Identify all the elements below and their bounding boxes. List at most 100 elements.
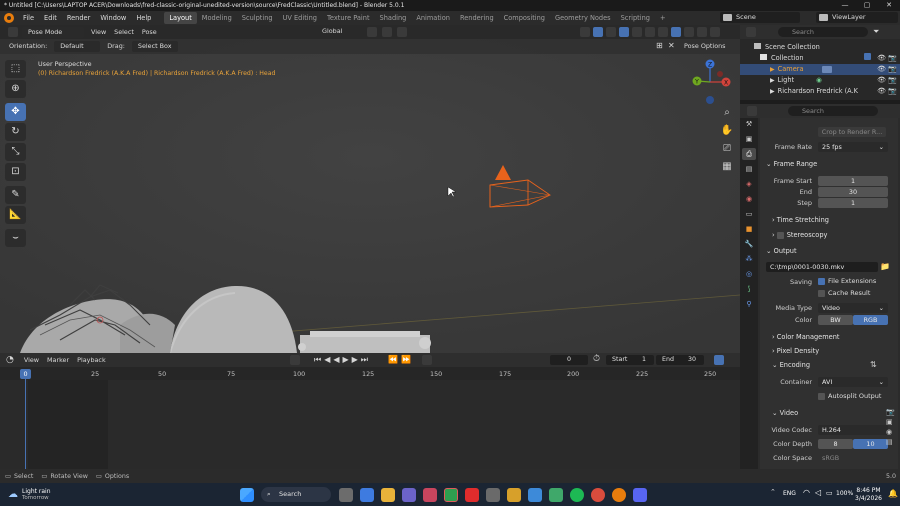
video-codec-dropdown[interactable]: H.264 [818, 425, 888, 435]
timeline-menu-view[interactable]: View [20, 355, 43, 366]
mode-dropdown[interactable]: Pose Mode [22, 26, 84, 38]
teams-icon[interactable] [401, 487, 416, 502]
tab-uv-editing[interactable]: UV Editing [278, 12, 322, 24]
menu-pose[interactable]: Pose [138, 27, 161, 38]
outliner-row-character[interactable]: ▶ Richardson Fredrick (A.K 👁 📷 [740, 86, 900, 97]
visibility-icon[interactable] [579, 27, 590, 37]
outliner-row-light[interactable]: ▶ Light ◉ 👁 📷 [740, 75, 900, 86]
close-button[interactable]: ✕ [878, 0, 900, 11]
notification-bell-icon[interactable]: 🔔 [888, 489, 898, 498]
playhead-line[interactable] [25, 369, 26, 469]
gizmo-toggle-icon[interactable] [592, 27, 603, 37]
navigation-gizmo[interactable]: Z Y X [688, 56, 732, 108]
transform-tool-icon[interactable]: ⊡ [5, 163, 26, 181]
xray-icon[interactable] [644, 27, 655, 37]
properties-search-input[interactable]: Search [788, 106, 878, 116]
menu-select[interactable]: Select [110, 27, 138, 38]
encoding-presets-icon[interactable]: ⇅ [870, 360, 877, 369]
tray-chevron-icon[interactable]: ⌃ [770, 488, 776, 496]
tab-rendering[interactable]: Rendering [455, 12, 499, 24]
modifiers-tab-icon[interactable]: 🔧 [742, 238, 756, 250]
character-visibility-icon[interactable]: 👁 [877, 86, 886, 97]
frame-range-panel[interactable]: ⌄ Frame Range [766, 160, 817, 168]
folder-app-icon[interactable] [506, 487, 521, 502]
perspective-grid-icon[interactable]: ▦ [720, 160, 734, 174]
color-rgb-button[interactable]: RGB [853, 315, 888, 325]
menu-edit[interactable]: Edit [39, 14, 62, 22]
encoding-panel[interactable]: ⌄ Encoding [772, 361, 810, 369]
tab-animation[interactable]: Animation [411, 12, 455, 24]
color-space-field[interactable]: sRGB [818, 453, 888, 463]
depth-10-button[interactable]: 10 [853, 439, 888, 449]
frame-start-field[interactable]: 1 [818, 176, 888, 186]
collection-visibility-icon[interactable]: 👁 [877, 53, 886, 64]
language-indicator[interactable]: ENG [783, 490, 796, 497]
timeline-menu-marker[interactable]: Marker [43, 355, 73, 366]
output-path-field[interactable]: C:\tmp\0001-0030.mkv [766, 262, 878, 272]
outliner-row-camera[interactable]: ▶ Camera 👁 📷 [740, 64, 900, 75]
menu-window[interactable]: Window [95, 14, 131, 22]
discord-icon[interactable] [632, 487, 647, 502]
start-frame-field[interactable]: Start 1 [606, 355, 654, 365]
camera-visibility-icon[interactable]: 👁 [877, 64, 886, 75]
taskbar-search[interactable]: ⌕ Search [261, 487, 331, 502]
weather-icon[interactable]: ☁ [8, 489, 18, 500]
particles-tab-icon[interactable]: ⁂ [742, 253, 756, 265]
chrome-icon[interactable] [443, 487, 458, 502]
close-tool-settings-icon[interactable]: ✕ [668, 41, 675, 50]
side-render-icon[interactable]: 📷 [886, 408, 898, 416]
tab-geometry-nodes[interactable]: Geometry Nodes [550, 12, 616, 24]
view-layer-selector[interactable]: ViewLayer [816, 12, 898, 23]
tab-texture-paint[interactable]: Texture Paint [322, 12, 375, 24]
drag-dropdown[interactable]: Select Box [131, 41, 178, 52]
output-panel[interactable]: ⌄ Output [766, 247, 797, 255]
time-stretching-panel[interactable]: › Time Stretching [772, 216, 829, 224]
cache-result-checkbox[interactable]: Cache Result [818, 289, 870, 297]
editor-type-icon[interactable] [7, 27, 18, 37]
object-tab-icon[interactable]: ■ [742, 223, 756, 235]
stopwatch-icon[interactable]: ⏱ [593, 354, 600, 364]
collection-checkbox[interactable] [864, 53, 871, 60]
annotate-tool-icon[interactable]: ✎ [5, 186, 26, 204]
tab-layout[interactable]: Layout [164, 12, 197, 24]
menu-help[interactable]: Help [131, 14, 156, 22]
color-management-panel[interactable]: › Color Management [772, 333, 839, 341]
video-panel[interactable]: ⌄ Video [772, 409, 798, 417]
bone-tab-icon[interactable]: ⚲ [742, 298, 756, 310]
store-icon[interactable] [485, 487, 500, 502]
outliner-search-input[interactable]: Search [778, 27, 868, 37]
transform-orientation-dropdown[interactable]: Global [318, 26, 346, 37]
wifi-icon[interactable]: ◠ [803, 488, 810, 497]
stereoscopy-panel[interactable]: › Stereoscopy [772, 231, 827, 239]
frame-rate-dropdown[interactable]: 25 fps ⌄ [818, 142, 888, 152]
properties-editor-icon[interactable] [746, 106, 757, 116]
light-render-icon[interactable]: 📷 [888, 75, 897, 86]
current-frame-field[interactable]: 0 [550, 355, 588, 365]
tab-scripting[interactable]: Scripting [616, 12, 655, 24]
spotify-icon[interactable] [569, 487, 584, 502]
filter-icon[interactable]: ⏷ [873, 27, 879, 37]
tab-modeling[interactable]: Modeling [197, 12, 237, 24]
rotate-tool-icon[interactable]: ↻ [5, 123, 26, 141]
move-tool-icon[interactable]: ✥ [5, 103, 26, 121]
tool-tab-icon[interactable]: ⚒ [742, 118, 756, 130]
scene-tab-icon[interactable]: ◈ [742, 178, 756, 190]
solid-shading-icon[interactable] [670, 27, 681, 37]
collection-render-icon[interactable]: 📷 [888, 53, 897, 64]
stereoscopy-checkbox[interactable] [776, 231, 784, 239]
mail-icon[interactable] [527, 487, 542, 502]
cursor-tool-icon[interactable]: ⊕ [5, 80, 26, 98]
photos-icon[interactable] [422, 487, 437, 502]
frame-step-field[interactable]: 1 [818, 198, 888, 208]
object-data-tab-icon[interactable]: ⟆ [742, 283, 756, 295]
snap-icon[interactable] [381, 27, 392, 37]
camera-data-icon[interactable] [822, 66, 832, 73]
menu-file[interactable]: File [18, 14, 39, 22]
sync-icon[interactable] [713, 355, 724, 365]
tab-compositing[interactable]: Compositing [499, 12, 550, 24]
proportional-edit-icon[interactable] [396, 27, 407, 37]
side-stats-icon[interactable]: ▤ [886, 438, 898, 446]
pivot-icon[interactable] [366, 27, 377, 37]
outliner-row-collection[interactable]: Collection 👁 📷 [740, 53, 900, 64]
measure-tool-icon[interactable]: 📐 [5, 206, 26, 224]
